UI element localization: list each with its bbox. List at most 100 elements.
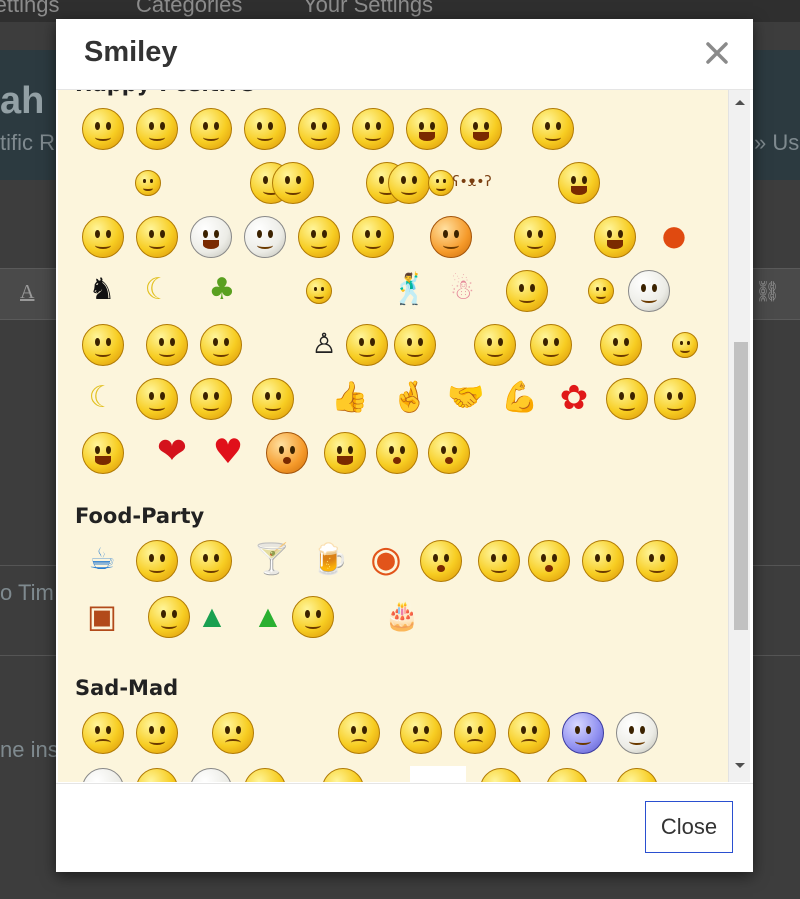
hands-over-face-icon[interactable] — [134, 710, 178, 754]
businessman-icon[interactable]: ♙ — [302, 322, 346, 366]
sly-smile-icon[interactable] — [242, 106, 286, 150]
happy-face-icon[interactable] — [322, 430, 366, 474]
rubbing-hands-icon[interactable] — [188, 376, 232, 420]
scroll-down-icon[interactable] — [729, 758, 750, 776]
kiss-face-icon[interactable] — [350, 214, 394, 258]
pie-box-icon[interactable]: ▣ — [80, 594, 124, 638]
pizza-icon[interactable]: ◉ — [364, 538, 408, 582]
smirk-icon[interactable] — [296, 106, 340, 150]
banana-peel-icon[interactable]: ☾ — [80, 376, 124, 420]
flower-icon[interactable]: ✿ — [552, 376, 596, 420]
angel-icon[interactable] — [344, 322, 388, 366]
thinking-hand-icon[interactable] — [80, 214, 124, 258]
beer-mug-icon[interactable]: 🍺 — [308, 538, 352, 582]
party-hat-icon[interactable]: ▲ — [190, 594, 234, 638]
thumbs-smile-icon[interactable] — [528, 322, 572, 366]
winged-angel-icon[interactable] — [392, 322, 436, 366]
handshake-icon[interactable]: 🤝 — [444, 376, 488, 420]
nerd-face-icon[interactable] — [80, 322, 124, 366]
thinking-chin-icon[interactable] — [134, 376, 178, 420]
party-drink-icon[interactable] — [634, 538, 678, 582]
goofy-grin-icon[interactable] — [404, 106, 448, 150]
big-grin-icon[interactable] — [458, 106, 502, 150]
coffee-mug-icon[interactable]: ☕ — [80, 538, 124, 582]
cocktail-icon[interactable]: 🍸 — [250, 538, 294, 582]
spiky-icon[interactable] — [544, 766, 588, 782]
blue-face-icon[interactable] — [560, 710, 604, 754]
glum-icon[interactable] — [614, 766, 658, 782]
scroll-up-icon[interactable] — [729, 94, 750, 112]
winged-smile-icon[interactable] — [530, 106, 574, 150]
muscle-icon[interactable]: 💪 — [498, 376, 542, 420]
thumbs-up-face-icon[interactable] — [250, 376, 294, 420]
close-icon[interactable] — [701, 37, 733, 69]
laughing-icon[interactable] — [556, 160, 600, 204]
coffee-face-icon[interactable] — [134, 538, 178, 582]
cool-shades-icon[interactable] — [504, 268, 548, 312]
heart-kiss-icon[interactable] — [604, 376, 648, 420]
thumbs-up-icon[interactable]: 👍 — [328, 376, 372, 420]
party-horn-icon[interactable] — [290, 594, 334, 638]
bubble-group-icon[interactable] — [248, 160, 318, 204]
grumpy-icon[interactable] — [336, 710, 380, 754]
blue-shades-icon[interactable] — [626, 268, 670, 312]
drunk-icon[interactable] — [526, 538, 570, 582]
close-button[interactable]: Close — [645, 801, 733, 853]
blush-sly-icon[interactable] — [512, 214, 556, 258]
scrollbar[interactable] — [728, 90, 750, 782]
smile-icon[interactable] — [80, 106, 124, 150]
heart-face-icon[interactable]: ❤ — [150, 430, 194, 474]
winged-sad-icon[interactable] — [210, 710, 254, 754]
hand-to-mouth-icon[interactable] — [134, 214, 178, 258]
white-grin-icon[interactable] — [242, 214, 286, 258]
looking-up-icon[interactable] — [426, 430, 470, 474]
lips-kiss-icon[interactable] — [264, 430, 308, 474]
waving-hand-icon[interactable] — [598, 322, 642, 366]
crossed-fingers-icon[interactable]: 🤞 — [388, 376, 432, 420]
green-party-hat-icon[interactable]: ▲ — [246, 594, 290, 638]
love-grin-icon[interactable] — [80, 430, 124, 474]
cranky-icon[interactable] — [478, 766, 522, 782]
jumping-icon[interactable] — [662, 322, 706, 366]
dancer-silhouette-icon[interactable]: 🕺 — [388, 268, 432, 312]
frown-icon[interactable] — [506, 710, 550, 754]
rolling-eyes-icon[interactable] — [614, 710, 658, 754]
birthday-cake-icon[interactable]: 🎂 — [380, 594, 424, 638]
red-heart-icon[interactable]: ♥ — [206, 430, 250, 474]
face-palm-icon[interactable] — [80, 710, 124, 754]
plain-face-icon[interactable] — [476, 538, 520, 582]
white-laugh-icon[interactable] — [188, 214, 232, 258]
white-box-icon[interactable] — [410, 766, 466, 782]
smiley-list-panel[interactable]: Happy-Positive ʕ•ᴥ•ʔ ● ♞ ☾ ♣ 🕺☃ ♙ ☾ 👍 🤞 🤝💪✿ ❤ ♥ Food-P… — [58, 90, 750, 782]
neutral-icon[interactable] — [452, 710, 496, 754]
love-face-icon[interactable] — [652, 376, 696, 420]
clapping-sad-icon[interactable] — [242, 766, 286, 782]
teddy-bear-icon[interactable]: ʕ•ᴥ•ʔ — [450, 160, 494, 204]
sun-smile-icon[interactable] — [188, 106, 232, 150]
peeking-icon[interactable] — [296, 214, 340, 258]
arms-out-icon[interactable] — [320, 766, 364, 782]
staring-icon[interactable] — [188, 766, 232, 782]
scrollbar-thumb[interactable] — [734, 342, 748, 630]
party-girl-icon[interactable] — [580, 538, 624, 582]
tiny-wave-icon[interactable] — [125, 160, 169, 204]
drooling-icon[interactable] — [374, 430, 418, 474]
pink-figure-icon[interactable]: ☃ — [440, 268, 484, 312]
pickle-dance-icon[interactable]: ♣ — [200, 268, 244, 312]
duo-hug-icon[interactable] — [428, 214, 472, 258]
praying-icon[interactable] — [472, 322, 516, 366]
whistling-icon[interactable] — [296, 268, 340, 312]
hands-up-icon[interactable] — [198, 322, 242, 366]
glasses-smile-icon[interactable] — [144, 322, 188, 366]
banana-dance-icon[interactable]: ☾ — [136, 268, 180, 312]
tongue-out-icon[interactable] — [418, 538, 462, 582]
goggle-eyes-icon[interactable] — [80, 766, 124, 782]
shades-dude-icon[interactable] — [578, 268, 622, 312]
pie-face-icon[interactable] — [146, 594, 190, 638]
strawberry-icon[interactable]: ● — [652, 214, 696, 258]
cheering-icon[interactable] — [592, 214, 636, 258]
worried-icon[interactable] — [398, 710, 442, 754]
computer-face-icon[interactable] — [188, 538, 232, 582]
hiding-icon[interactable] — [134, 766, 178, 782]
ninja-icon[interactable]: ♞ — [80, 268, 124, 312]
